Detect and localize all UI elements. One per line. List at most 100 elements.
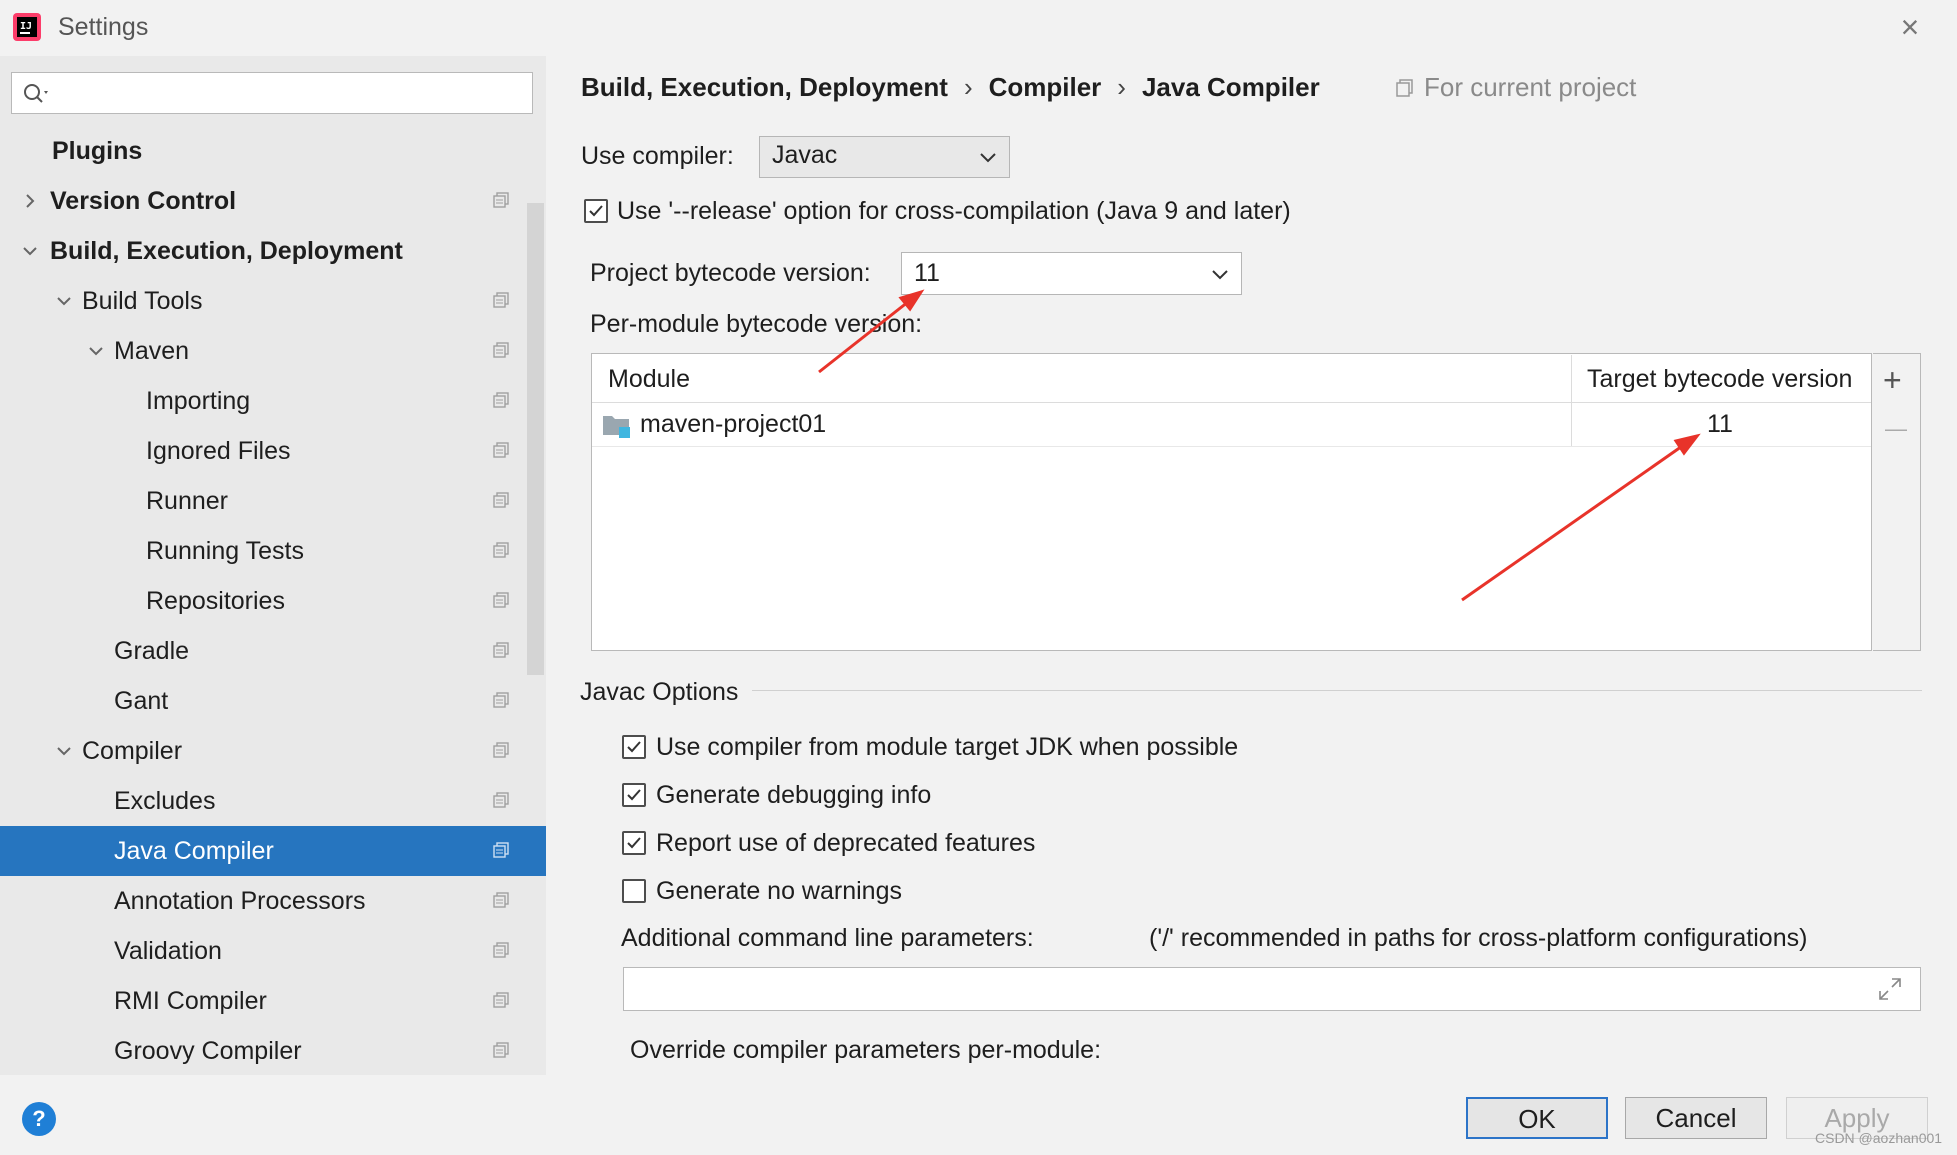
no-warnings-label: Generate no warnings (656, 877, 902, 905)
release-option-label: Use '--release' option for cross-compila… (617, 197, 1291, 225)
checkmark-icon (627, 741, 641, 753)
project-scope-icon (493, 942, 509, 958)
chevron-down-icon[interactable] (18, 226, 42, 280)
project-bytecode-select[interactable]: 11 (901, 252, 1242, 295)
module-folder-icon (603, 416, 630, 438)
project-scope-icon (493, 1042, 509, 1058)
title-bar (0, 0, 1957, 56)
params-hint: ('/' recommended in paths for cross-plat… (1149, 924, 1808, 952)
no-warnings-checkbox[interactable] (622, 879, 646, 903)
chevron-right-icon[interactable] (18, 176, 42, 230)
compiler-select[interactable]: Javac (759, 136, 1010, 178)
project-scope-icon (493, 442, 509, 458)
sidebar-item-label: Plugins (52, 137, 143, 165)
sidebar-item-running-tests[interactable]: Running Tests (0, 526, 546, 576)
module-name-cell[interactable]: maven-project01 (640, 410, 826, 439)
row-divider (592, 446, 1871, 447)
sidebar-item-label: Build, Execution, Deployment (50, 237, 403, 265)
chevron-down-icon[interactable] (52, 726, 76, 780)
sidebar-item-label: Maven (114, 337, 190, 365)
params-label: Additional command line parameters: (621, 924, 1034, 952)
sidebar-item-build-tools[interactable]: Build Tools (0, 276, 546, 326)
chevron-down-icon[interactable] (84, 326, 108, 380)
sidebar-item-maven[interactable]: Maven (0, 326, 546, 376)
sidebar-item-java-compiler[interactable]: Java Compiler (0, 826, 546, 876)
sidebar-item-compiler[interactable]: Compiler (0, 726, 546, 776)
release-option-checkbox[interactable] (584, 199, 608, 223)
sidebar-item-label: Java Compiler (114, 837, 274, 865)
javac-options-title: Javac Options (580, 678, 739, 706)
cancel-button[interactable]: Cancel (1625, 1097, 1767, 1139)
project-scope-icon (1396, 79, 1413, 97)
expand-icon[interactable] (1877, 976, 1903, 1002)
sidebar-item-label: Compiler (82, 737, 183, 765)
sidebar-item-label: Repositories (146, 587, 285, 615)
checkmark-icon (627, 837, 641, 849)
per-module-label: Per-module bytecode version: (590, 310, 923, 338)
project-scope-icon (493, 192, 509, 208)
sidebar-item-version-control[interactable]: Version Control (0, 176, 546, 226)
debugging-info-checkbox[interactable] (622, 783, 646, 807)
target-version-column-header[interactable]: Target bytecode version (1587, 365, 1852, 394)
sidebar-item-ignored-files[interactable]: Ignored Files (0, 426, 546, 476)
sidebar-item-runner[interactable]: Runner (0, 476, 546, 526)
deprecated-features-label: Report use of deprecated features (656, 829, 1036, 857)
watermark: CSDN @aozhan001 (1815, 1130, 1943, 1146)
sidebar-item-label: Excludes (114, 787, 216, 815)
chevron-down-icon (980, 153, 996, 163)
breadcrumb-item: Build, Execution, Deployment (581, 72, 948, 102)
breadcrumb-item: Compiler (988, 72, 1102, 102)
sidebar-item-annotation-processors[interactable]: Annotation Processors (0, 876, 546, 926)
sidebar-item-build-execution-deployment[interactable]: Build, Execution, Deployment (0, 226, 546, 276)
sidebar-item-validation[interactable]: Validation (0, 926, 546, 976)
use-target-jdk-checkbox[interactable] (622, 735, 646, 759)
remove-module-button[interactable]: — (1885, 416, 1907, 442)
breadcrumb-item: Java Compiler (1141, 72, 1320, 102)
sidebar-scrollbar[interactable] (527, 203, 544, 675)
project-scope-icon (493, 692, 509, 708)
sidebar-item-label: Runner (146, 487, 228, 515)
sidebar-item-label: Annotation Processors (114, 887, 366, 915)
checkmark-icon (589, 205, 603, 217)
search-input[interactable] (11, 72, 533, 114)
ok-button[interactable]: OK (1466, 1097, 1608, 1139)
project-scope-icon (493, 492, 509, 508)
project-bytecode-value: 11 (914, 259, 940, 287)
command-line-params-input[interactable] (623, 967, 1921, 1011)
project-scope-icon (493, 542, 509, 558)
module-version-cell[interactable]: 11 (1707, 410, 1733, 439)
close-icon[interactable]: × (1893, 10, 1927, 44)
module-column-header[interactable]: Module (608, 365, 690, 394)
sidebar-item-gant[interactable]: Gant (0, 676, 546, 726)
chevron-down-icon[interactable] (52, 276, 76, 330)
sidebar-item-repositories[interactable]: Repositories (0, 576, 546, 626)
project-scope-icon (493, 842, 509, 858)
project-scope-icon (493, 642, 509, 658)
sidebar-item-label: Build Tools (82, 287, 203, 315)
chevron-down-icon (1212, 270, 1228, 280)
sidebar-item-groovy-compiler[interactable]: Groovy Compiler (0, 1026, 546, 1076)
sidebar-item-label: Gant (114, 687, 169, 715)
project-scope-icon (493, 392, 509, 408)
sidebar-item-label: Ignored Files (146, 437, 291, 465)
breadcrumb-separator: › (1117, 72, 1126, 102)
project-scope-icon (493, 792, 509, 808)
sidebar-item-label: RMI Compiler (114, 987, 267, 1015)
use-compiler-label: Use compiler: (581, 142, 734, 170)
column-divider (1571, 355, 1572, 447)
sidebar-item-importing[interactable]: Importing (0, 376, 546, 426)
sidebar-item-rmi-compiler[interactable]: RMI Compiler (0, 976, 546, 1026)
help-button[interactable]: ? (22, 1102, 56, 1136)
sidebar-item-plugins[interactable]: Plugins (0, 126, 546, 176)
scope-label: For current project (1424, 72, 1637, 102)
project-scope-icon (493, 592, 509, 608)
section-divider (752, 690, 1922, 691)
checkmark-icon (627, 789, 641, 801)
sidebar-item-label: Validation (114, 937, 222, 965)
add-module-button[interactable]: + (1883, 362, 1902, 399)
sidebar-item-excludes[interactable]: Excludes (0, 776, 546, 826)
deprecated-features-checkbox[interactable] (622, 831, 646, 855)
sidebar-item-gradle[interactable]: Gradle (0, 626, 546, 676)
search-icon (24, 84, 48, 103)
compiler-select-value: Javac (772, 141, 838, 169)
